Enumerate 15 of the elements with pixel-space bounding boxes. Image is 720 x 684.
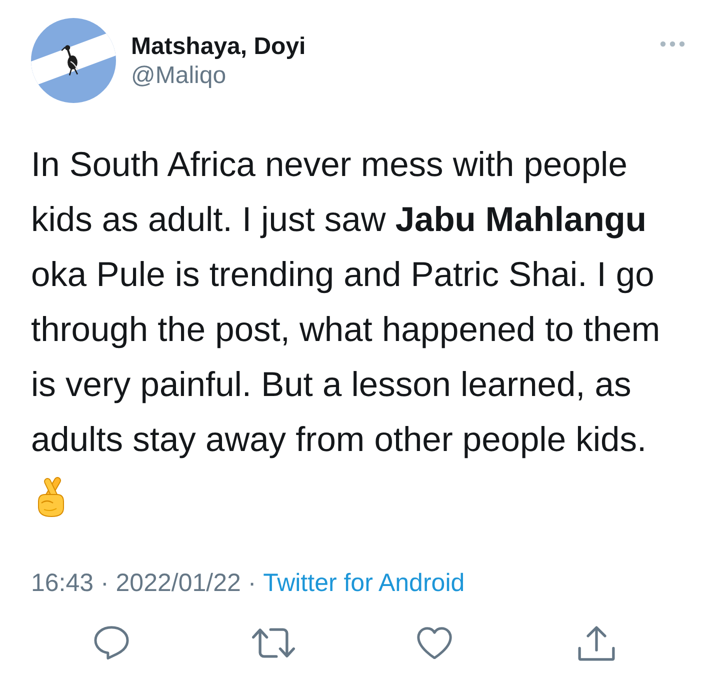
- source-link[interactable]: Twitter for Android: [263, 568, 465, 598]
- share-icon: [578, 626, 615, 660]
- retweet-icon: [252, 628, 295, 658]
- share-button[interactable]: [578, 626, 615, 660]
- more-icon: [660, 41, 685, 47]
- author-handle[interactable]: @Maliqo: [131, 61, 226, 90]
- retweet-button[interactable]: [252, 628, 295, 658]
- heart-icon: [417, 626, 452, 660]
- tweet-text: In South Africa never mess with people kids as adult. I just saw Jabu Mahlangu oka Pule is trending and Patric Shai. I go through the post, what happened to them is very painful. But a lesson learned, as adults stay away from other people kids.: [31, 145, 662, 461]
- like-button[interactable]: [417, 626, 452, 660]
- crossed-fingers-icon: [37, 476, 65, 517]
- reply-button[interactable]: [94, 626, 130, 660]
- author-name[interactable]: Matshaya, Doyi: [131, 32, 306, 61]
- tweet-timestamp: 16:43 · 2022/01/22 ·: [31, 568, 256, 598]
- comment-icon: [94, 626, 130, 660]
